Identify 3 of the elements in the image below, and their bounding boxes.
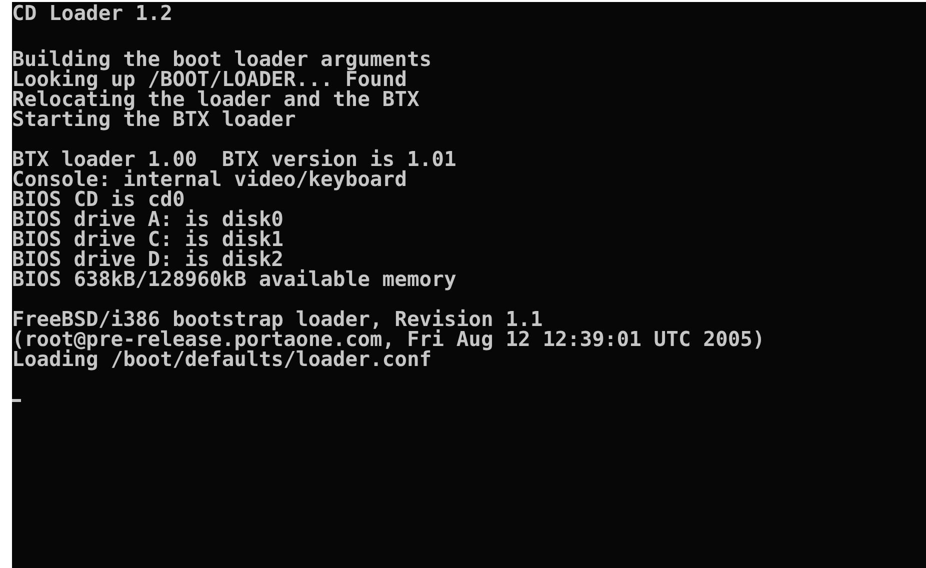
text-cursor bbox=[12, 399, 21, 402]
console-line: Building the boot loader arguments bbox=[12, 47, 432, 71]
console-line: CD Loader 1.2 bbox=[12, 1, 172, 25]
